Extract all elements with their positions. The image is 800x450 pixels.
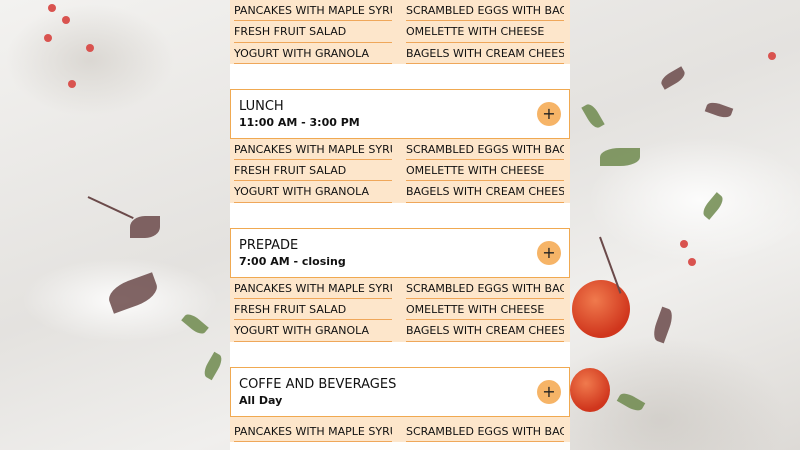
menu-items-list: PANCAKES WITH MAPLE SYRUP SCRAMBLED EGGS… xyxy=(230,277,570,342)
menu-item: SCRAMBLED EGGS WITH BACON xyxy=(406,421,564,442)
section-title: COFFE AND BEVERAGES xyxy=(239,376,397,392)
tomato-decoration xyxy=(570,368,610,412)
menu-item: PANCAKES WITH MAPLE SYRUP xyxy=(234,139,392,161)
expand-plus-icon[interactable]: + xyxy=(537,240,561,265)
leaf-decoration xyxy=(700,192,726,220)
leaf-decoration xyxy=(600,148,640,166)
menu-item: OMELETTE WITH CHEESE xyxy=(406,21,564,43)
section-header-prepade[interactable]: PREPADE 7:00 AM - closing + xyxy=(230,227,570,278)
menu-item: SCRAMBLED EGGS WITH BACON xyxy=(406,278,564,300)
menu-items-list: PANCAKES WITH MAPLE SYRUP SCRAMBLED EGGS… xyxy=(230,0,570,64)
leaf-decoration xyxy=(704,99,734,121)
section-hours: All Day xyxy=(239,393,283,407)
berry-decoration xyxy=(48,4,56,12)
section-spacer xyxy=(230,63,570,89)
menu-item: BAGELS WITH CREAM CHEESE xyxy=(406,43,564,64)
menu-item: BAGELS WITH CREAM CHEESE xyxy=(406,320,564,342)
menu-item: PANCAKES WITH MAPLE SYRUP xyxy=(234,421,392,442)
menu-item: OMELETTE WITH CHEESE xyxy=(406,160,564,182)
section-hours: 11:00 AM - 3:00 PM xyxy=(239,115,360,129)
berry-decoration xyxy=(768,52,776,60)
menu-item: SCRAMBLED EGGS WITH BACON xyxy=(406,0,564,22)
expand-plus-icon[interactable]: + xyxy=(537,101,561,126)
expand-plus-icon[interactable]: + xyxy=(537,379,561,404)
section-header-coffee-and-beverages[interactable]: COFFE AND BEVERAGES All Day + xyxy=(230,366,570,417)
menu-item: FRESH FRUIT SALAD xyxy=(234,299,392,321)
menu-item: YOGURT WITH GRANOLA xyxy=(234,43,392,64)
menu-item: FRESH FRUIT SALAD xyxy=(234,160,392,182)
berry-decoration xyxy=(688,258,696,266)
menu-item: PANCAKES WITH MAPLE SYRUP xyxy=(234,0,392,22)
section-title: LUNCH xyxy=(239,98,284,114)
berry-decoration xyxy=(86,44,94,52)
leaf-decoration xyxy=(105,272,161,314)
section-title: PREPADE xyxy=(239,237,299,253)
section-header-lunch[interactable]: LUNCH 11:00 AM - 3:00 PM + xyxy=(230,88,570,139)
leaf-decoration xyxy=(130,216,160,238)
section-hours: 7:00 AM - closing xyxy=(239,254,346,268)
menu-item: SCRAMBLED EGGS WITH BACON xyxy=(406,139,564,161)
section-spacer xyxy=(230,202,570,228)
berry-decoration xyxy=(68,80,76,88)
menu-item: PANCAKES WITH MAPLE SYRUP xyxy=(234,278,392,300)
leaf-decoration xyxy=(616,390,646,414)
menu-items-list: PANCAKES WITH MAPLE SYRUP SCRAMBLED EGGS… xyxy=(230,416,570,442)
leaf-decoration xyxy=(201,351,225,381)
menu-item: FRESH FRUIT SALAD xyxy=(234,21,392,43)
menu-item: YOGURT WITH GRANOLA xyxy=(234,320,392,342)
menu-item: BAGELS WITH CREAM CHEESE xyxy=(406,181,564,203)
leaf-decoration xyxy=(650,306,676,344)
berry-decoration xyxy=(44,34,52,42)
menu-panel: PANCAKES WITH MAPLE SYRUP SCRAMBLED EGGS… xyxy=(230,0,570,450)
tomato-decoration xyxy=(572,280,630,338)
stem-decoration xyxy=(87,196,134,220)
section-spacer xyxy=(230,341,570,367)
menu-item: OMELETTE WITH CHEESE xyxy=(406,299,564,321)
berry-decoration xyxy=(680,240,688,248)
leaf-decoration xyxy=(581,101,605,131)
menu-item: YOGURT WITH GRANOLA xyxy=(234,181,392,203)
menu-items-list: PANCAKES WITH MAPLE SYRUP SCRAMBLED EGGS… xyxy=(230,138,570,203)
leaf-decoration xyxy=(181,311,209,337)
leaf-decoration xyxy=(658,66,688,90)
berry-decoration xyxy=(62,16,70,24)
